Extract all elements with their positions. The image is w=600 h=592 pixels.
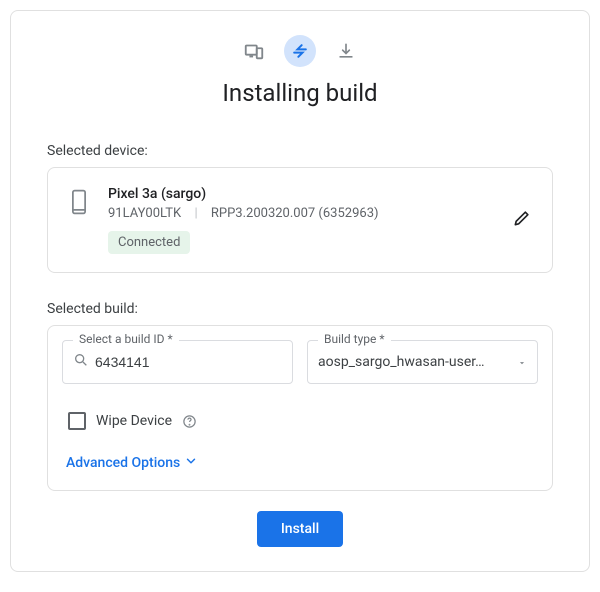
device-section-label: Selected device:: [47, 143, 553, 159]
devices-icon: [238, 35, 270, 67]
build-id-input[interactable]: [95, 354, 282, 370]
page-title: Installing build: [47, 79, 553, 107]
build-section-label: Selected build:: [47, 301, 553, 317]
help-icon[interactable]: [182, 414, 197, 429]
transfer-icon: [284, 35, 316, 67]
build-type-value: aosp_sargo_hwasan-user…: [318, 354, 517, 370]
wipe-device-checkbox[interactable]: [68, 412, 86, 430]
advanced-options-toggle[interactable]: Advanced Options: [62, 454, 198, 472]
build-card: Select a build ID * Build type * aosp_sa…: [47, 325, 553, 491]
install-button[interactable]: Install: [257, 511, 343, 547]
advanced-options-label: Advanced Options: [66, 455, 180, 471]
chevron-down-icon: [517, 353, 527, 372]
phone-icon: [68, 188, 90, 220]
device-card: Pixel 3a (sargo) 91LAY00LTK | RPP3.20032…: [47, 167, 553, 273]
wipe-device-label: Wipe Device: [96, 413, 172, 429]
device-serial: 91LAY00LTK: [108, 206, 181, 221]
build-type-field[interactable]: Build type * aosp_sargo_hwasan-user…: [307, 340, 538, 384]
build-id-label: Select a build ID *: [73, 332, 179, 346]
download-icon: [330, 35, 362, 67]
device-meta: 91LAY00LTK | RPP3.200320.007 (6352963): [108, 206, 532, 221]
wipe-device-row: Wipe Device: [62, 412, 538, 430]
separator: |: [194, 206, 197, 221]
build-type-label: Build type *: [318, 332, 391, 346]
status-badge: Connected: [108, 231, 190, 254]
device-info: Pixel 3a (sargo) 91LAY00LTK | RPP3.20032…: [108, 186, 532, 254]
chevron-down-icon: [184, 454, 198, 472]
device-name: Pixel 3a (sargo): [108, 186, 532, 202]
search-icon: [73, 352, 89, 372]
stepper: [47, 35, 553, 67]
install-build-card: Installing build Selected device: Pixel …: [10, 10, 590, 572]
install-row: Install: [47, 511, 553, 547]
device-build-info: RPP3.200320.007 (6352963): [211, 206, 379, 221]
build-id-field[interactable]: Select a build ID *: [62, 340, 293, 384]
field-row: Select a build ID * Build type * aosp_sa…: [62, 340, 538, 384]
edit-icon[interactable]: [512, 208, 532, 232]
